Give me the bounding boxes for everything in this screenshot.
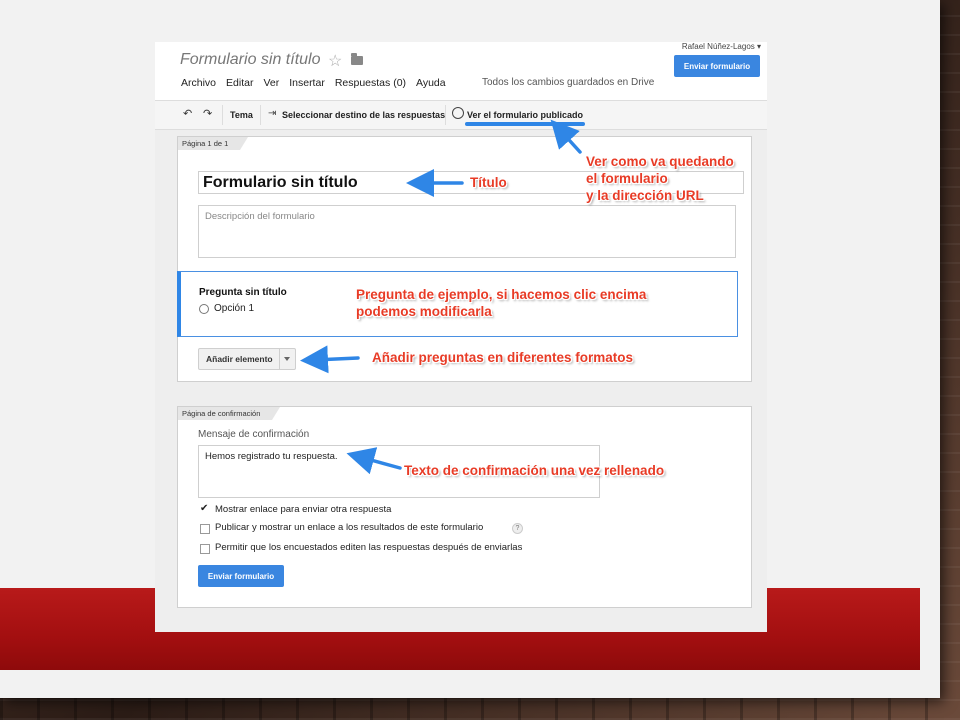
- option-allow-edit: Permitir que los encuestados editen las …: [215, 542, 523, 553]
- toolbar-divider: [260, 105, 261, 125]
- menu-bar: Archivo Editar Ver Insertar Respuestas (…: [181, 77, 446, 89]
- destination-icon[interactable]: ⇥: [268, 108, 276, 119]
- confirmation-label: Mensaje de confirmación: [198, 429, 310, 440]
- response-destination-button[interactable]: Seleccionar destino de las respuestas: [282, 110, 445, 120]
- confirmation-card: Página de confirmación Mensaje de confir…: [177, 406, 752, 608]
- menu-editar[interactable]: Editar: [226, 77, 253, 89]
- form-title: Formulario sin título: [203, 174, 358, 191]
- menu-ver[interactable]: Ver: [263, 77, 279, 89]
- add-item-divider: [279, 349, 280, 369]
- globe-icon[interactable]: [452, 107, 464, 119]
- checkbox-checked-icon[interactable]: ✔: [200, 503, 208, 514]
- option-label: Opción 1: [214, 303, 255, 314]
- radio-icon[interactable]: [199, 304, 209, 314]
- question-title: Pregunta sin título: [199, 287, 287, 298]
- send-form-button[interactable]: Enviar formulario: [674, 55, 760, 77]
- question-annotation-line2: podemos modificarla: [356, 304, 492, 319]
- highlight-underline: [465, 122, 585, 126]
- form-description-field[interactable]: Descripción del formulario: [198, 205, 736, 258]
- menu-ayuda[interactable]: Ayuda: [416, 77, 446, 89]
- menu-archivo[interactable]: Archivo: [181, 77, 216, 89]
- toolbar-divider: [222, 105, 223, 125]
- page-tab: Página 1 de 1: [178, 137, 249, 150]
- send-form-button-bottom[interactable]: Enviar formulario: [198, 565, 284, 587]
- star-icon[interactable]: ☆: [328, 51, 342, 71]
- add-annotation: Añadir preguntas en diferentes formatos: [372, 350, 634, 365]
- undo-icon[interactable]: ↶: [183, 107, 192, 120]
- checkbox-publish-results[interactable]: [200, 524, 210, 534]
- menu-insertar[interactable]: Insertar: [289, 77, 325, 89]
- user-name[interactable]: Rafael Núñez-Lagos ▾: [682, 42, 761, 51]
- forms-screenshot: Formulario sin título ☆ Rafael Núñez-Lag…: [155, 42, 767, 632]
- add-item-button[interactable]: Añadir elemento: [198, 348, 296, 370]
- question-annotation-line1: Pregunta de ejemplo, si hacemos clic enc…: [356, 287, 647, 302]
- confirmation-tab: Página de confirmación: [178, 407, 281, 420]
- chevron-down-icon[interactable]: [284, 357, 290, 361]
- option-another-response: Mostrar enlace para enviar otra respuest…: [215, 504, 392, 515]
- view-annotation-line3: y la dirección URL: [586, 188, 704, 203]
- doc-title[interactable]: Formulario sin título: [180, 51, 321, 69]
- title-annotation: Título: [470, 175, 507, 190]
- folder-icon[interactable]: [351, 53, 363, 65]
- toolbar-divider: [445, 105, 446, 125]
- menu-respuestas[interactable]: Respuestas (0): [335, 77, 406, 89]
- confirmation-message: Hemos registrado tu respuesta.: [205, 451, 338, 462]
- option-publish-results: Publicar y mostrar un enlace a los resul…: [215, 522, 484, 533]
- checkbox-allow-edit[interactable]: [200, 544, 210, 554]
- view-annotation-line1: Ver como va quedando: [586, 154, 734, 169]
- confirm-annotation: Texto de confirmación una vez rellenado: [404, 463, 665, 478]
- add-item-label: Añadir elemento: [206, 354, 273, 364]
- theme-button[interactable]: Tema: [230, 110, 253, 120]
- view-annotation-line2: el formulario: [586, 171, 668, 186]
- redo-icon[interactable]: ↷: [203, 107, 212, 120]
- help-icon[interactable]: ?: [512, 523, 523, 534]
- view-published-button[interactable]: Ver el formulario publicado: [467, 110, 583, 120]
- top-bar: Formulario sin título ☆ Rafael Núñez-Lag…: [155, 42, 767, 100]
- toolbar: ↶ ↷ Tema ⇥ Seleccionar destino de las re…: [155, 100, 767, 130]
- saved-status: Todos los cambios guardados en Drive: [482, 77, 655, 88]
- description-placeholder: Descripción del formulario: [205, 211, 315, 222]
